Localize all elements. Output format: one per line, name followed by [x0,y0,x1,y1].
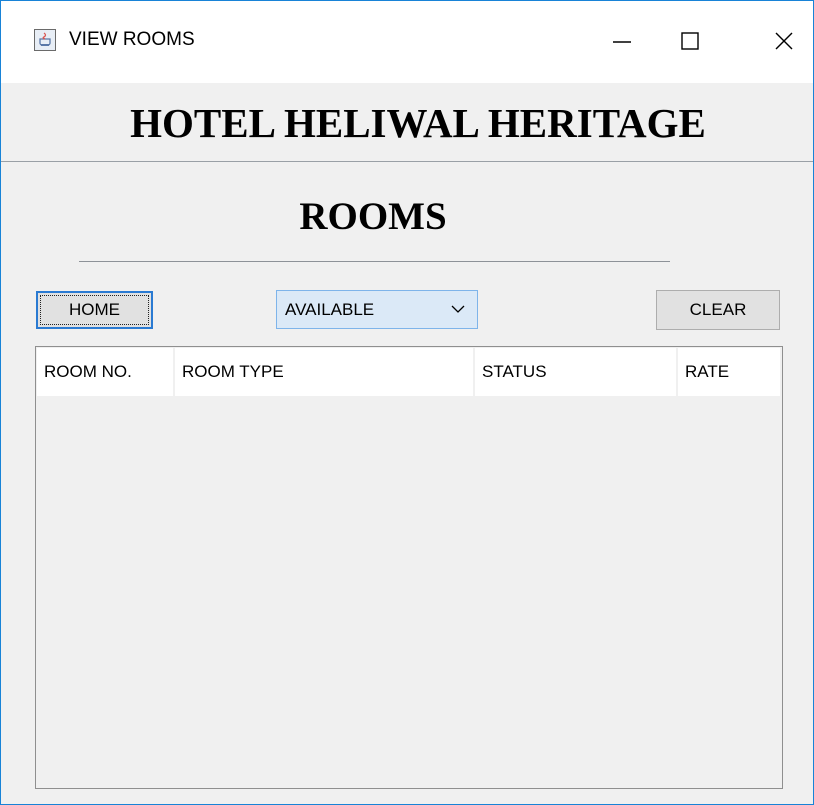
header-separator [1,161,813,162]
table-body[interactable] [37,396,781,787]
column-header-room-no[interactable]: ROOM NO. [37,348,175,396]
close-button[interactable] [759,19,809,63]
home-button[interactable]: HOME [36,291,153,329]
hotel-name-heading: HOTEL HELIWAL HERITAGE [130,100,706,146]
rooms-table[interactable]: ROOM NO. ROOM TYPE STATUS RATE [35,346,783,789]
column-header-status[interactable]: STATUS [475,348,678,396]
clear-button[interactable]: CLEAR [656,290,780,330]
rooms-separator [79,261,670,262]
status-filter-combobox[interactable]: AVAILABLE [276,290,478,329]
column-header-room-type[interactable]: ROOM TYPE [175,348,475,396]
window-title: VIEW ROOMS [69,29,195,50]
maximize-icon [681,32,699,50]
column-header-rate[interactable]: RATE [678,348,780,396]
close-icon [775,32,793,50]
minimize-icon [613,41,631,43]
chevron-down-icon [451,305,465,313]
rooms-heading: ROOMS [299,195,447,238]
status-filter-value: AVAILABLE [285,300,375,319]
minimize-button[interactable] [597,19,647,63]
title-bar[interactable]: VIEW ROOMS [1,1,813,83]
java-cup-icon [34,29,56,51]
maximize-button[interactable] [665,19,715,63]
view-rooms-window: VIEW ROOMS HOTEL HELIWAL HERITAGE ROOMS … [0,0,814,805]
clear-button-label: CLEAR [689,300,747,319]
focus-outline [40,295,149,325]
table-header: ROOM NO. ROOM TYPE STATUS RATE [37,348,780,396]
